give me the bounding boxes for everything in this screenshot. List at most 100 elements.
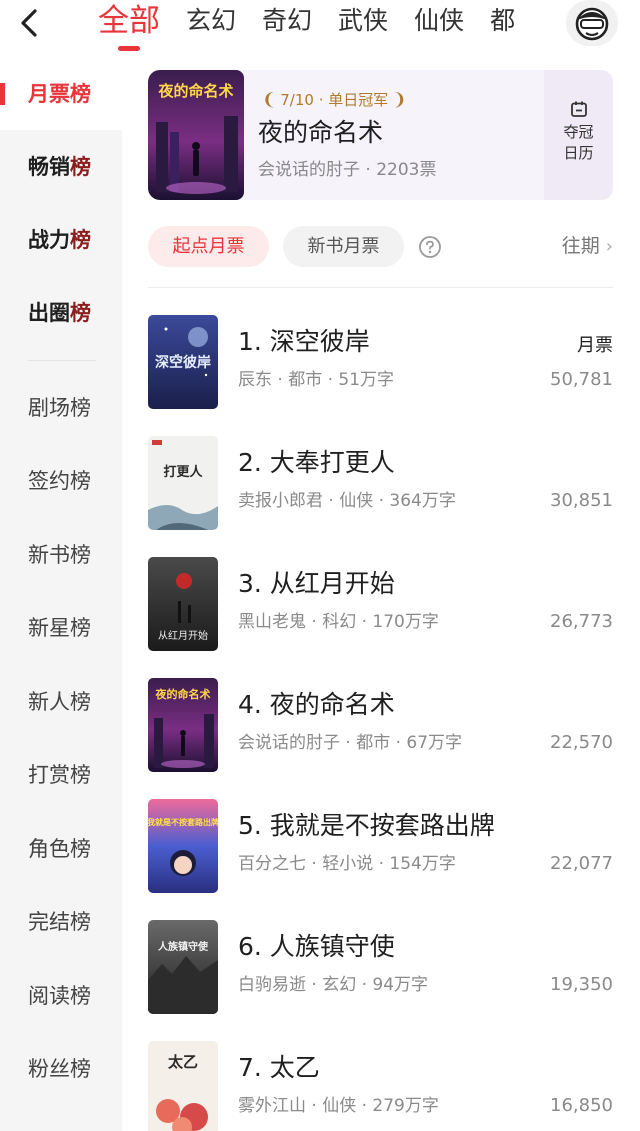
- sidebar-item-label: 新星: [28, 616, 70, 640]
- sidebar-item-suffix: 榜: [70, 543, 91, 567]
- sidebar-item-bestseller[interactable]: 畅销榜: [0, 131, 122, 203]
- list-item[interactable]: 深空彼岸 1. 深空彼岸 辰东 · 都市 · 51万字 月票 50,781: [148, 315, 613, 409]
- book-title: 1. 深空彼岸: [238, 327, 370, 356]
- book-cover: 深空彼岸: [148, 315, 218, 409]
- book-meta: 卖报小郎君 · 仙侠 · 364万字: [238, 491, 456, 511]
- tab-dushi[interactable]: 都: [490, 0, 515, 42]
- sidebar-item-label: 战力: [28, 228, 70, 252]
- sidebar-item-suffix: 榜: [70, 837, 91, 861]
- book-cover: 人族镇守使: [148, 920, 218, 1014]
- sidebar-item-suffix: 榜: [70, 228, 91, 252]
- list-item[interactable]: 人族镇守使 6. 人族镇守使 白驹易逝 · 玄幻 · 94万字 19,350: [148, 920, 613, 1014]
- divider: [148, 287, 613, 288]
- sidebar-item-new-stars[interactable]: 新星榜: [0, 592, 122, 664]
- book-meta: 黑山老鬼 · 科幻 · 170万字: [238, 612, 439, 632]
- champion-meta: 会说话的肘子 · 2203票: [258, 160, 437, 180]
- cover-text: 从红月开始: [158, 629, 208, 642]
- sidebar-item-reading[interactable]: 阅读榜: [0, 960, 122, 1032]
- book-meta: 辰东 · 都市 · 51万字: [238, 370, 395, 390]
- sidebar-item-label: 打赏: [28, 763, 70, 787]
- book-title: 4. 夜的命名术: [238, 690, 395, 719]
- cover-text: 我就是不按套路出牌: [148, 817, 218, 827]
- tab-xianxia[interactable]: 仙侠: [414, 0, 464, 42]
- sidebar-item-theater[interactable]: 剧场榜: [0, 372, 122, 444]
- list-item[interactable]: 我就是不按套路出牌 5. 我就是不按套路出牌 百分之七 · 轻小说 · 154万…: [148, 799, 613, 893]
- filter-row: 起点月票 新书月票 往期 ›: [148, 226, 613, 268]
- book-cover: 夜的命名术: [148, 678, 218, 772]
- laurel-left-icon: ❨: [262, 90, 277, 110]
- cover-text: 太乙: [168, 1053, 198, 1071]
- vote-count: 26,773: [550, 611, 613, 632]
- sidebar-item-suffix: 榜: [70, 690, 91, 714]
- champion-calendar-button[interactable]: 夺冠 日历: [544, 70, 613, 200]
- vote-count: 19,350: [550, 974, 613, 995]
- sidebar-item-suffix: 榜: [70, 1057, 91, 1081]
- sidebar-item-label: 剧场: [28, 396, 70, 420]
- champion-book-cover: 夜的命名术: [148, 70, 244, 200]
- sidebar-item-fans[interactable]: 粉丝榜: [0, 1033, 122, 1105]
- tab-all[interactable]: 全部: [98, 0, 160, 51]
- sidebar-divider: [28, 360, 96, 361]
- tab-qihuan[interactable]: 奇幻: [262, 0, 312, 42]
- category-tabs: 全部 玄幻 奇幻 武侠 仙侠都: [98, 0, 568, 58]
- list-item[interactable]: 夜的命名术 4. 夜的命名术 会说话的肘子 · 都市 · 67万字 22,570: [148, 678, 613, 772]
- chevron-right-icon: ›: [605, 236, 613, 257]
- qidian-monthly-chip[interactable]: 起点月票: [148, 226, 269, 267]
- sidebar-item-suffix: 榜: [70, 82, 91, 106]
- champion-title: 夜的命名术: [258, 118, 384, 147]
- chevron-left-icon: [21, 9, 37, 37]
- list-item[interactable]: 从红月开始 3. 从红月开始 黑山老鬼 · 科幻 · 170万字 26,773: [148, 557, 613, 651]
- ranking-sidebar: 月票榜 畅销榜 战力榜 出圈榜 剧场榜 签约榜 新书榜 新星榜 新人榜 打赏榜 …: [0, 58, 122, 1131]
- sidebar-item-suffix: 榜: [70, 301, 91, 325]
- sidebar-item-label: 角色: [28, 837, 70, 861]
- sidebar-item-label: 粉丝: [28, 1057, 70, 1081]
- sidebar-item-suffix: 榜: [70, 763, 91, 787]
- book-cover: 我就是不按套路出牌: [148, 799, 218, 893]
- back-button[interactable]: [14, 6, 44, 40]
- sidebar-item-power[interactable]: 战力榜: [0, 204, 122, 276]
- sidebar-item-completed[interactable]: 完结榜: [0, 886, 122, 958]
- history-link[interactable]: 往期 ›: [562, 226, 613, 267]
- sidebar-item-label: 完结: [28, 910, 70, 934]
- tab-xuanhuan[interactable]: 玄幻: [186, 0, 236, 42]
- cover-text: 打更人: [163, 464, 203, 480]
- sidebar-item-signed[interactable]: 签约榜: [0, 445, 122, 517]
- sidebar-item-label: 签约: [28, 469, 70, 493]
- book-cover: 太乙: [148, 1041, 218, 1131]
- book-meta: 雾外江山 · 仙侠 · 279万字: [238, 1096, 439, 1116]
- sidebar-item-new-books[interactable]: 新书榜: [0, 519, 122, 591]
- vote-count: 30,851: [550, 490, 613, 511]
- sidebar-item-newcomers[interactable]: 新人榜: [0, 666, 122, 738]
- sidebar-item-label: 月票: [28, 82, 70, 106]
- sidebar-item-breakout[interactable]: 出圈榜: [0, 277, 122, 349]
- calendar-icon: [570, 101, 587, 117]
- sidebar-item-suffix: 榜: [70, 469, 91, 493]
- sidebar-item-label: 出圈: [28, 301, 70, 325]
- votes-column-header: 月票: [577, 335, 613, 356]
- cover-text: 人族镇守使: [158, 940, 209, 953]
- book-cover: 从红月开始: [148, 557, 218, 651]
- book-meta: 百分之七 · 轻小说 · 154万字: [238, 854, 456, 874]
- list-item[interactable]: 太乙 7. 太乙 雾外江山 · 仙侠 · 279万字 16,850: [148, 1041, 613, 1131]
- crown-label-text: 7/10 · 单日冠军: [280, 91, 389, 109]
- new-book-monthly-chip[interactable]: 新书月票: [283, 226, 404, 267]
- sidebar-item-monthly-ticket[interactable]: 月票榜: [0, 58, 122, 130]
- tab-wuxia[interactable]: 武侠: [338, 0, 388, 42]
- top-bar: 全部 玄幻 奇幻 武侠 仙侠都: [0, 0, 640, 58]
- book-title: 5. 我就是不按套路出牌: [238, 811, 495, 840]
- sidebar-item-label: 畅销: [28, 155, 70, 179]
- question-circle-icon[interactable]: [418, 235, 442, 259]
- sidebar-item-tips[interactable]: 打赏榜: [0, 739, 122, 811]
- daily-champion-banner[interactable]: 夜的命名术 ❨ 7/10 · 单日冠军 ❩ 夜的命名术 会说话的肘子 · 2203票…: [148, 70, 613, 200]
- vote-count: 16,850: [550, 1095, 613, 1116]
- list-item[interactable]: 打更人 2. 大奉打更人 卖报小郎君 · 仙侠 · 364万字 30,851: [148, 436, 613, 530]
- history-label: 往期: [561, 235, 600, 257]
- avatar-button[interactable]: [566, 0, 618, 46]
- sidebar-item-characters[interactable]: 角色榜: [0, 813, 122, 885]
- laurel-right-icon: ❩: [392, 90, 407, 110]
- book-meta: 白驹易逝 · 玄幻 · 94万字: [238, 975, 429, 995]
- cover-text: 夜的命名术: [157, 82, 233, 100]
- sidebar-item-suffix: 榜: [70, 155, 91, 179]
- calendar-label-1: 夺冠: [563, 123, 594, 141]
- book-cover: 打更人: [148, 436, 218, 530]
